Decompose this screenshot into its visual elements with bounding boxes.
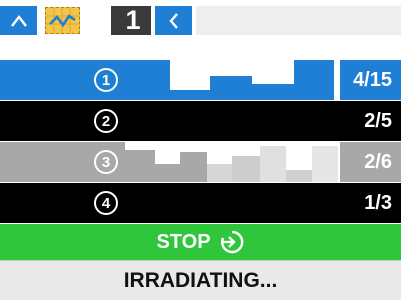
row-count: 2/5 <box>364 110 392 132</box>
row-index-badge-1: 1 <box>94 68 118 92</box>
channel-row-4[interactable]: 4 1/3 <box>0 183 401 223</box>
row-1-bars <box>170 60 340 100</box>
channel-row-3[interactable]: 3 2/6 <box>0 142 401 182</box>
channel-row-1[interactable]: 1 4/15 <box>0 60 401 100</box>
toolbar-background <box>196 6 401 35</box>
channel-row-2[interactable]: 2 2/5 <box>0 101 401 141</box>
home-button[interactable] <box>0 6 37 35</box>
status-bar: IRRADIATING... <box>0 260 401 300</box>
chevron-left-icon <box>168 12 178 29</box>
row-count: 2/6 <box>364 151 392 173</box>
row-index-badge-4: 4 <box>94 191 118 215</box>
line-chart-icon <box>44 7 80 34</box>
back-button[interactable] <box>155 6 192 35</box>
stop-button[interactable]: STOP <box>0 224 401 260</box>
arrow-circle-right-icon <box>220 230 243 254</box>
step-value: 1 <box>125 5 141 35</box>
status-text: IRRADIATING... <box>123 268 278 292</box>
chevron-up-icon <box>10 14 27 27</box>
chart-view-button[interactable] <box>41 6 83 35</box>
row-3-bars <box>125 142 401 182</box>
row-count: 4/15 <box>353 69 392 91</box>
row-count: 1/3 <box>364 192 392 214</box>
row-index-badge-3: 3 <box>94 150 118 174</box>
row-index-badge-2: 2 <box>94 109 118 133</box>
step-indicator: 1 <box>115 5 151 35</box>
stop-label: STOP <box>156 230 211 253</box>
